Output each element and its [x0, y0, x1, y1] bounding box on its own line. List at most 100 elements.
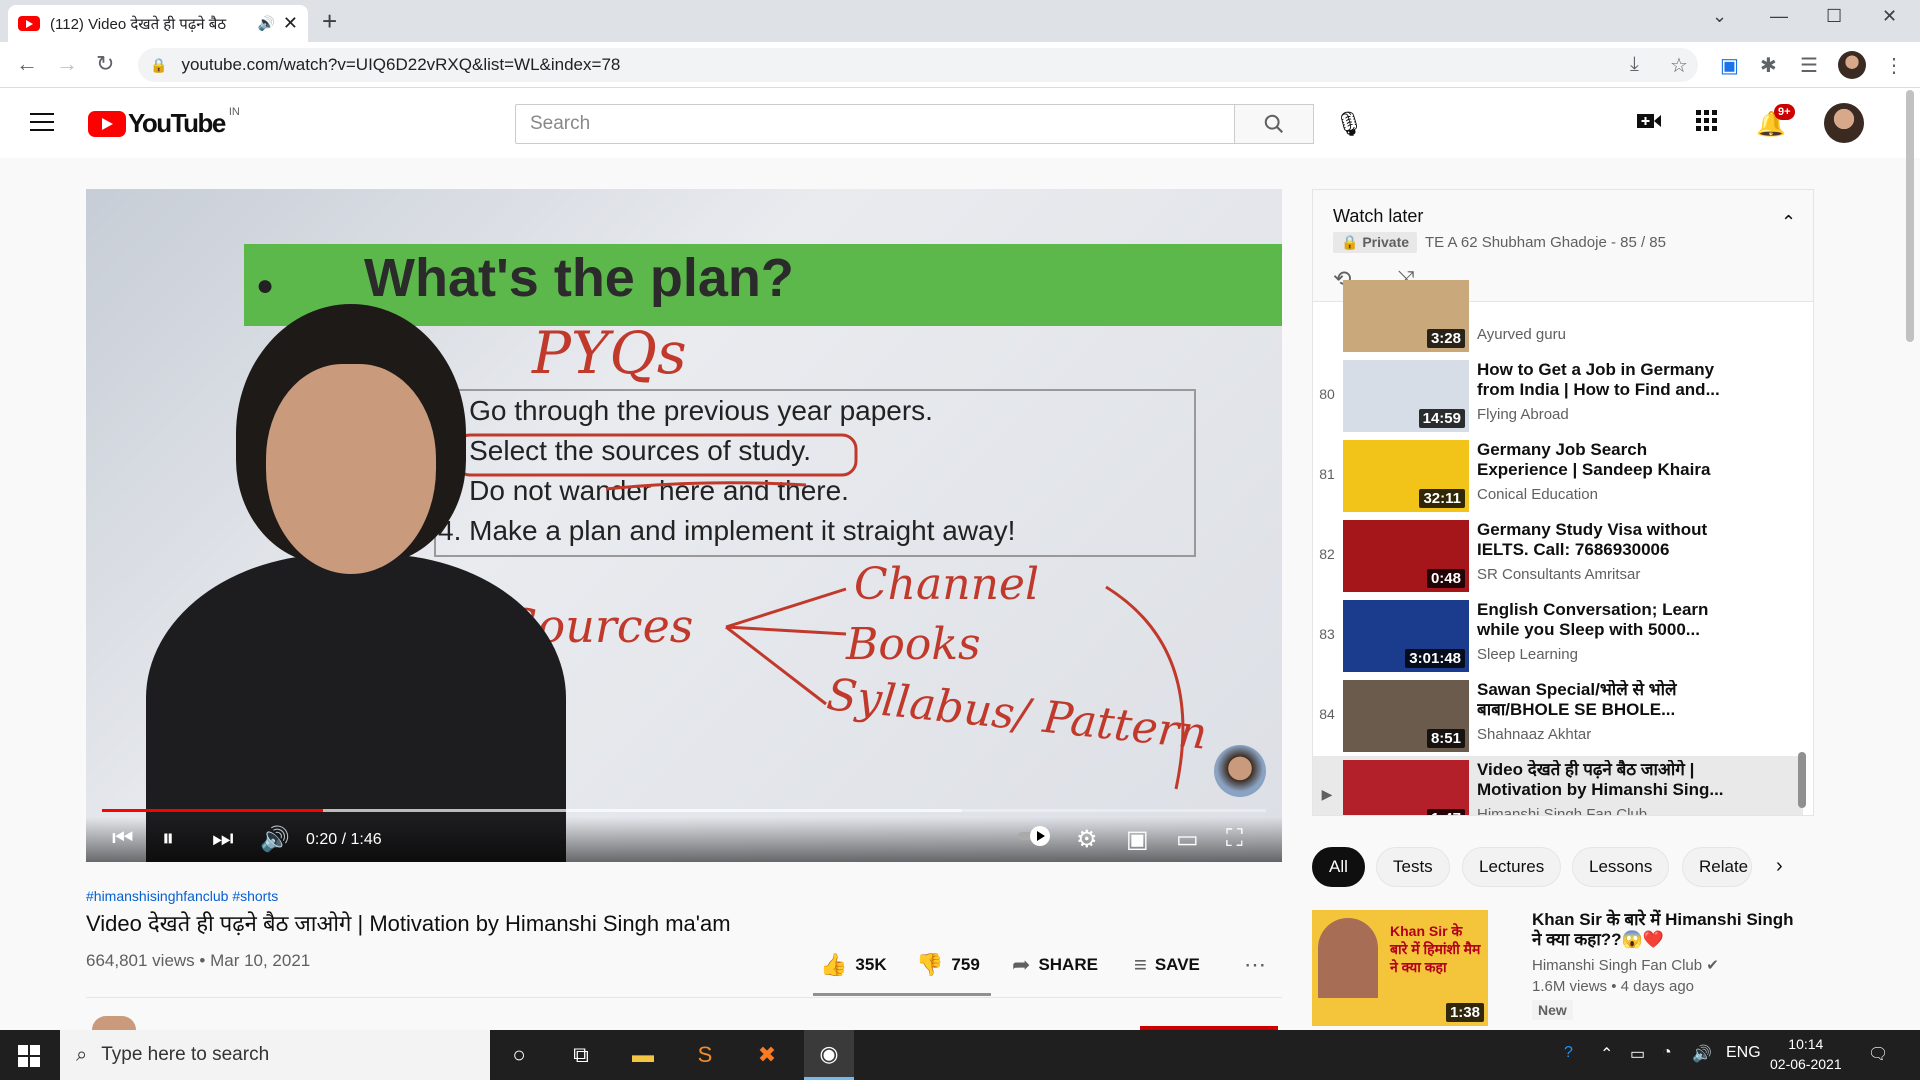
recommendation-thumbnail[interactable]: Khan Sir के बारे में हिमांशी मैम ने क्या…	[1312, 910, 1488, 1026]
previous-icon[interactable]: ⏮	[112, 825, 134, 853]
playlist-title[interactable]: Watch later	[1333, 206, 1423, 227]
video-player[interactable]: ● What's the plan? PYQs 1. Go through th…	[86, 189, 1282, 862]
playlist-item[interactable]: ▶ 1:47 Video देखते ही पढ़ने बैठ जाओगे | Mo…	[1313, 756, 1803, 815]
next-icon[interactable]: ⏭	[212, 825, 234, 853]
media-control-icon[interactable]: ☰	[1800, 53, 1818, 78]
search-input[interactable]: Search	[515, 104, 1235, 144]
chip-tests[interactable]: Tests	[1376, 847, 1450, 887]
playlist-item-title[interactable]: Germany Job Search Experience | Sandeep …	[1477, 440, 1737, 480]
language-indicator[interactable]: ENG	[1726, 1044, 1761, 1062]
playlist-item-channel[interactable]: Conical Education	[1477, 486, 1598, 503]
playlist-item-title[interactable]: Sawan Special/भोले से भोले बाबा/BHOLE SE…	[1477, 680, 1737, 720]
playlist-scrollbar[interactable]	[1798, 752, 1806, 808]
playlist-item-title[interactable]: Video देखते ही पढ़ने बैठ जाओगे | Motivat…	[1477, 760, 1737, 800]
speaker-icon[interactable]: 🔊	[257, 15, 274, 32]
minimize-button[interactable]: —	[1770, 6, 1788, 27]
chip-all[interactable]: All	[1312, 847, 1365, 887]
collapse-chevron-up-icon[interactable]: ⌃	[1781, 212, 1796, 233]
like-button[interactable]: 👍 35K	[820, 952, 887, 978]
extensions-puzzle-icon[interactable]: ✱	[1760, 53, 1777, 78]
settings-gear-icon[interactable]: ⚙	[1076, 825, 1098, 854]
playlist-item[interactable]: 82 0:48 Germany Study Visa without IELTS. …	[1313, 516, 1803, 596]
volume-icon[interactable]: 🔊	[260, 825, 290, 854]
chip-lectures[interactable]: Lectures	[1462, 847, 1562, 887]
chrome-taskbar-icon[interactable]: ◉	[804, 1030, 854, 1080]
lock-icon[interactable]: 🔒	[150, 57, 167, 74]
task-view-icon[interactable]: ⧉	[556, 1040, 606, 1070]
pause-icon[interactable]: ⏸	[162, 825, 174, 853]
xampp-icon[interactable]: ✖	[742, 1040, 792, 1070]
chip-lessons[interactable]: Lessons	[1572, 847, 1670, 887]
clock[interactable]: 10:14 02-06-2021	[1770, 1034, 1842, 1074]
recommendation-channel[interactable]: Himanshi Singh Fan Club ✔	[1532, 956, 1719, 974]
close-tab-icon[interactable]: ✕	[283, 13, 298, 34]
playlist-item-title[interactable]: How to Get a Job in Germany from India |…	[1477, 360, 1737, 400]
playlist-item-thumbnail[interactable]: 14:59	[1343, 360, 1469, 432]
back-icon[interactable]: ←	[16, 51, 38, 77]
playlist-item[interactable]: 81 32:11 Germany Job Search Experience | S…	[1313, 436, 1803, 516]
extension-app-icon[interactable]: ▣	[1720, 53, 1739, 78]
browser-tab-active[interactable]: (112) Video देखते ही पढ़ने बैठ 🔊 ✕	[8, 5, 308, 42]
chrome-menu-icon[interactable]: ⋮	[1884, 53, 1904, 78]
create-video-icon[interactable]	[1636, 110, 1662, 139]
fullscreen-icon[interactable]: ⛶	[1226, 825, 1243, 853]
playlist-item-title[interactable]: English Conversation; Learn while you Sl…	[1477, 600, 1737, 640]
more-actions-icon[interactable]: ⋯	[1244, 952, 1266, 978]
chip-related[interactable]: Relate	[1682, 847, 1752, 887]
theater-mode-icon[interactable]: ▭	[1176, 825, 1199, 854]
search-button[interactable]	[1234, 104, 1314, 144]
file-explorer-icon[interactable]: ▬	[618, 1040, 668, 1070]
playlist-item-thumbnail[interactable]: 3:28	[1343, 280, 1469, 352]
chrome-profile-avatar[interactable]	[1838, 51, 1866, 79]
share-button[interactable]: ➦ SHARE	[1012, 952, 1098, 978]
new-tab-button[interactable]: +	[322, 6, 337, 37]
playlist-owner[interactable]: TE A 62 Shubham Ghadoje - 85 / 85	[1425, 234, 1666, 251]
playlist-item[interactable]: 80 14:59 How to Get a Job in Germany from …	[1313, 356, 1803, 436]
playlist-item-thumbnail[interactable]: 1:47	[1343, 760, 1469, 815]
reload-icon[interactable]: ↻	[96, 51, 114, 77]
miniplayer-icon[interactable]: ▣	[1126, 825, 1149, 854]
playlist-item[interactable]: 83 3:01:48 English Conversation; Learn whi…	[1313, 596, 1803, 676]
chevron-right-icon[interactable]: ›	[1776, 855, 1783, 878]
cortana-icon[interactable]: ○	[494, 1040, 544, 1070]
tab-search-icon[interactable]: ⌄	[1712, 6, 1727, 27]
close-window-button[interactable]: ✕	[1882, 6, 1897, 27]
seek-bar[interactable]	[102, 809, 1266, 812]
playlist-item-thumbnail[interactable]: 0:48	[1343, 520, 1469, 592]
recommendation-title[interactable]: Khan Sir के बारे में Himanshi Singh ने क…	[1532, 910, 1802, 950]
playlist-item-channel[interactable]: Ayurved guru	[1477, 326, 1566, 343]
playlist-item-channel[interactable]: Shahnaaz Akhtar	[1477, 726, 1591, 743]
wifi-icon[interactable]: ◔	[1662, 1044, 1672, 1062]
hashtags[interactable]: #himanshisinghfanclub #shorts	[86, 888, 278, 904]
page-scrollbar[interactable]	[1906, 90, 1914, 342]
voice-search-mic-icon[interactable]: 🎙	[1334, 110, 1364, 139]
channel-avatar[interactable]	[92, 1016, 136, 1030]
address-bar[interactable]: 🔒 youtube.com/watch?v=UIQ6D22vRXQ&list=W…	[138, 48, 1698, 82]
save-button[interactable]: ≡ SAVE	[1134, 952, 1200, 978]
bookmark-star-icon[interactable]: ☆	[1670, 53, 1688, 78]
volume-tray-icon[interactable]: 🔊	[1692, 1044, 1712, 1064]
autoplay-toggle[interactable]	[1016, 825, 1054, 854]
playlist-item-title[interactable]: Germany Study Visa without IELTS. Call: …	[1477, 520, 1737, 560]
install-icon[interactable]: ⤓	[1630, 53, 1639, 76]
playlist-item[interactable]: 3:28 Ayurved guru	[1313, 276, 1803, 356]
help-icon[interactable]: ?	[1564, 1044, 1573, 1062]
apps-grid-icon[interactable]	[1696, 110, 1718, 139]
playlist-item-channel[interactable]: Sleep Learning	[1477, 646, 1578, 663]
dislike-button[interactable]: 👎 759	[916, 952, 980, 978]
playlist-item-channel[interactable]: Himanshi Singh Fan Club	[1477, 806, 1647, 815]
taskbar-search-input[interactable]: ⌕ Type here to search	[60, 1030, 490, 1080]
notification-center-icon[interactable]: 🗨	[1868, 1044, 1888, 1064]
forward-icon[interactable]: →	[56, 51, 78, 77]
sublime-text-icon[interactable]: S	[680, 1040, 730, 1070]
hamburger-menu-icon[interactable]	[30, 113, 54, 131]
playlist-item-thumbnail[interactable]: 8:51	[1343, 680, 1469, 752]
playlist-item-channel[interactable]: SR Consultants Amritsar	[1477, 566, 1640, 583]
account-avatar[interactable]	[1824, 103, 1864, 143]
maximize-button[interactable]: ☐	[1826, 6, 1842, 27]
playlist-item[interactable]: 84 8:51 Sawan Special/भोले से भोले बाबा/BH…	[1313, 676, 1803, 756]
playlist-item-thumbnail[interactable]: 3:01:48	[1343, 600, 1469, 672]
tray-chevron-icon[interactable]: ⌃	[1600, 1044, 1613, 1064]
youtube-logo[interactable]: YouTube IN	[88, 106, 240, 139]
windows-start-icon[interactable]	[18, 1045, 40, 1067]
